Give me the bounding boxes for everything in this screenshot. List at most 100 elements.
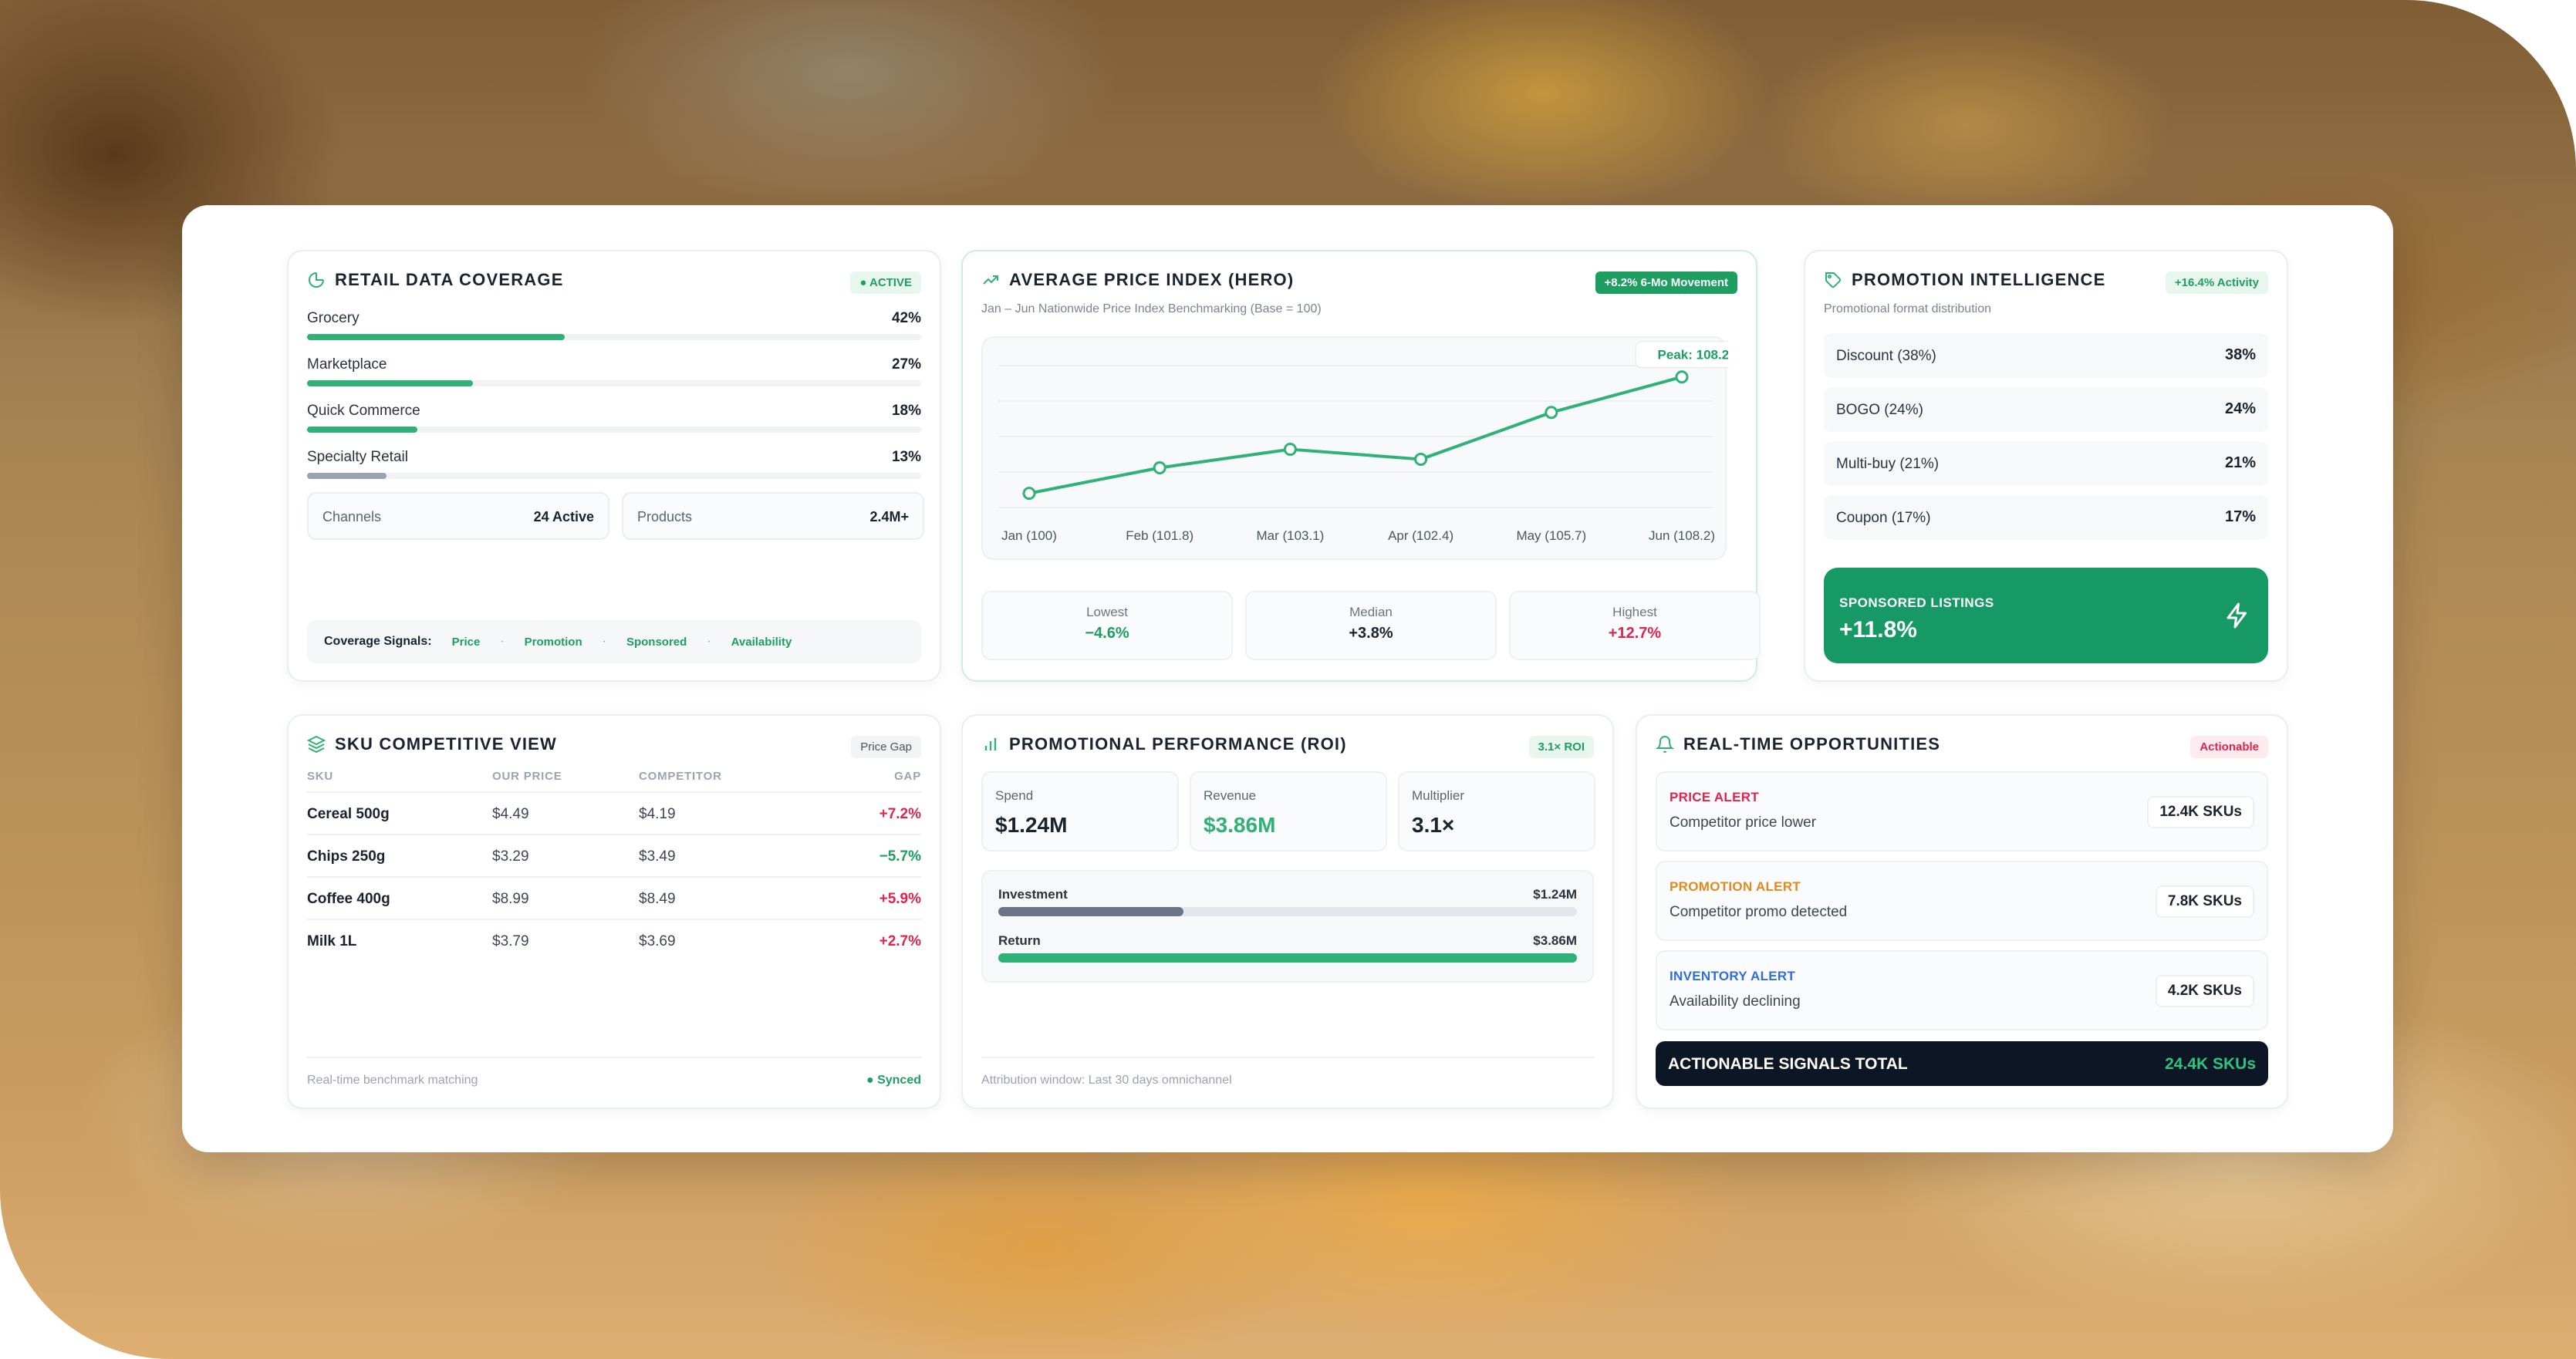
series-line <box>1028 375 1683 495</box>
competitor-price: $3.49 <box>639 848 676 865</box>
alert-item[interactable]: PRICE ALERT Competitor price lower 12.4K S… <box>1656 771 2268 851</box>
peak-label: Peak: 108.2 (Jun) <box>1658 348 1728 363</box>
our-price: $4.49 <box>492 806 529 822</box>
median-stat: Median +3.8% <box>1245 591 1497 660</box>
data-point[interactable] <box>1022 487 1036 501</box>
retail-data-coverage-card: RETAIL DATA COVERAGE ● ACTIVE Grocery 42%… <box>287 250 941 682</box>
competitor-price: $3.69 <box>639 933 676 949</box>
coverage-label: Quick Commerce <box>307 403 420 419</box>
bell-icon <box>1656 736 1674 753</box>
table-row[interactable]: Chips 250g $3.29 $3.49 −5.7% <box>307 834 921 876</box>
alert-description: Competitor promo detected <box>1670 904 1848 920</box>
data-point[interactable] <box>1545 406 1558 420</box>
actionable-signals-total: ACTIONABLE SIGNALS TOTAL 24.4K SKUs <box>1656 1041 2268 1086</box>
sku-name: Milk 1L <box>307 933 357 949</box>
alert-description: Availability declining <box>1670 993 1801 1010</box>
bar-fill <box>998 907 1183 916</box>
coverage-label: Grocery <box>307 310 360 326</box>
card-title: PROMOTIONAL PERFORMANCE (ROI) <box>981 734 1347 754</box>
coverage-row: Marketplace 27% <box>307 356 921 401</box>
table-header: SKU OUR PRICE COMPETITOR GAP <box>307 770 921 783</box>
synced-status: ● Synced <box>866 1074 921 1087</box>
alert-count: 4.2K SKUs <box>2155 975 2254 1007</box>
data-point[interactable] <box>1414 452 1428 466</box>
investment-return-panel: Investment $1.24M Return $3.86M <box>981 870 1594 983</box>
card-title: REAL-TIME OPPORTUNITIES <box>1656 734 1940 754</box>
data-point[interactable] <box>1283 443 1297 457</box>
return-bar: Return $3.86M <box>998 933 1577 972</box>
highest-stat: Highest +12.7% <box>1509 591 1761 660</box>
sku-name: Chips 250g <box>307 848 386 865</box>
card-title: SKU COMPETITIVE VIEW <box>307 734 557 754</box>
roi-badge: 3.1× ROI <box>1528 736 1594 758</box>
alert-count: 12.4K SKUs <box>2147 796 2254 828</box>
signal-price[interactable]: Price <box>452 636 481 649</box>
revenue-box: Revenue $3.86M <box>1190 771 1387 851</box>
data-point[interactable] <box>1153 460 1166 474</box>
alert-item[interactable]: INVENTORY ALERT Availability declining 4.2… <box>1656 950 2268 1030</box>
promo-format-value: 21% <box>2224 454 2256 471</box>
card-title: PROMOTION INTELLIGENCE <box>1824 270 2106 290</box>
promo-format-row: Multi-buy (21%) 21% <box>1824 441 2268 486</box>
movement-badge: +8.2% 6-Mo Movement <box>1595 271 1737 294</box>
table-row[interactable]: Milk 1L $3.79 $3.69 +2.7% <box>307 919 921 961</box>
sku-table: SKU OUR PRICE COMPETITOR GAP Cereal 500g… <box>307 770 921 961</box>
layers-icon <box>307 735 326 754</box>
our-price: $3.29 <box>492 848 529 865</box>
alert-type: INVENTORY ALERT <box>1670 969 1796 983</box>
card-title: AVERAGE PRICE INDEX (HERO) <box>981 270 1294 290</box>
promotional-performance-card: PROMOTIONAL PERFORMANCE (ROI) 3.1× ROI S… <box>961 714 1614 1109</box>
card-title: RETAIL DATA COVERAGE <box>307 270 564 290</box>
coverage-row: Grocery 42% <box>307 310 921 355</box>
peak-annotation: Peak: 108.2 (Jun) <box>1635 341 1728 369</box>
table-row[interactable]: Coffee 400g $8.99 $8.49 +5.9% <box>307 876 921 919</box>
signal-promotion[interactable]: Promotion <box>525 636 582 649</box>
progress-fill <box>307 380 473 386</box>
products-stat: Products 2.4M+ <box>622 492 924 540</box>
price-gap: +5.9% <box>879 891 921 907</box>
promo-format-row: BOGO (24%) 24% <box>1824 387 2268 432</box>
sponsored-listings-panel[interactable]: SPONSORED LISTINGS +11.8% <box>1824 568 2268 663</box>
x-tick-label: Jan (100) <box>1001 528 1057 543</box>
price-gap-badge: Price Gap <box>851 736 921 758</box>
promo-format-value: 38% <box>2224 346 2256 363</box>
x-tick-label: Apr (102.4) <box>1388 528 1453 543</box>
trending-up-icon <box>983 275 998 285</box>
channels-stat: Channels 24 Active <box>307 492 609 540</box>
actionable-badge: Actionable <box>2190 736 2268 758</box>
alert-item[interactable]: PROMOTION ALERT Competitor promo detected… <box>1656 861 2268 941</box>
line-chart: Jan (100) Feb (101.8) Mar (103.1) Apr (102.… <box>998 341 1728 543</box>
stat-value: −4.6% <box>1085 625 1129 642</box>
x-tick-label: Feb (101.8) <box>1126 528 1193 543</box>
sku-name: Cereal 500g <box>307 806 390 822</box>
data-point[interactable] <box>1675 370 1689 384</box>
bar-track <box>998 907 1577 916</box>
coverage-signals: Coverage Signals: Price · Promotion · Sp… <box>307 620 921 663</box>
multiplier-box: Multiplier 3.1× <box>1398 771 1595 851</box>
sku-competitive-view-card: SKU COMPETITIVE VIEW Price Gap SKU OUR P… <box>287 714 941 1109</box>
promo-format-row: Coupon (17%) 17% <box>1824 495 2268 540</box>
status-badge: ● ACTIVE <box>850 271 921 294</box>
competitor-price: $8.49 <box>639 891 676 907</box>
table-row[interactable]: Cereal 500g $4.49 $4.19 +7.2% <box>307 791 921 834</box>
our-price: $8.99 <box>492 891 529 907</box>
signal-sponsored[interactable]: Sponsored <box>626 636 687 649</box>
bar-fill <box>998 953 1577 963</box>
progress-track <box>307 334 921 340</box>
promo-format-label: Coupon (17%) <box>1836 510 1931 526</box>
signal-availability[interactable]: Availability <box>731 636 792 649</box>
x-tick-label: Jun (108.2) <box>1649 528 1715 543</box>
investment-bar: Investment $1.24M <box>998 887 1577 926</box>
alert-count: 7.8K SKUs <box>2155 885 2254 918</box>
promo-format-value: 17% <box>2224 508 2256 525</box>
card-subtitle: Promotional format distribution <box>1824 302 1991 315</box>
coverage-row: Specialty Retail 13% <box>307 449 921 494</box>
progress-fill <box>307 334 566 340</box>
card-footer: Real-time benchmark matching ● Synced <box>307 1057 921 1088</box>
tag-icon <box>1825 272 1842 288</box>
alert-type: PRICE ALERT <box>1670 790 1760 804</box>
alert-type: PROMOTION ALERT <box>1670 879 1801 894</box>
promo-format-label: Discount (38%) <box>1836 348 1936 364</box>
promo-format-label: Multi-buy (21%) <box>1836 456 1940 472</box>
sku-name: Coffee 400g <box>307 891 390 907</box>
